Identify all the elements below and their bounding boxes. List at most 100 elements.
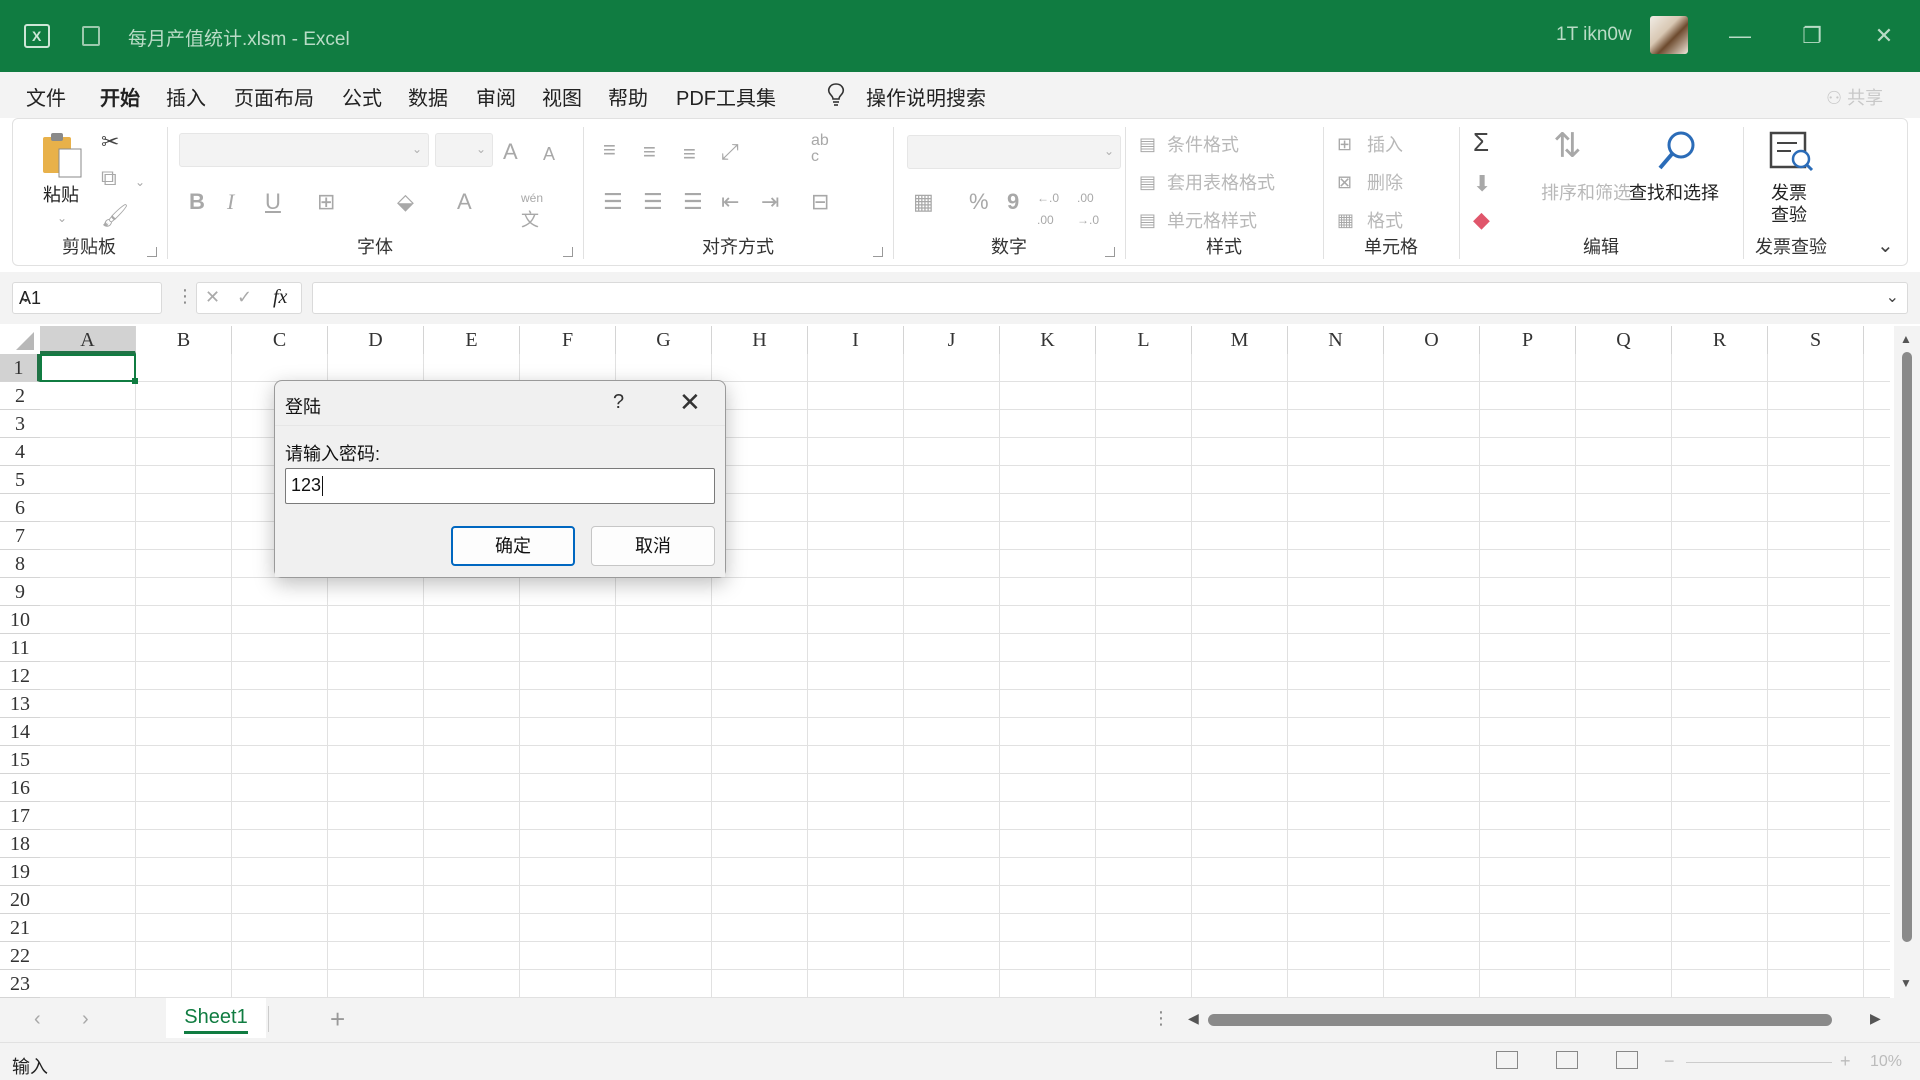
zoom-slider[interactable] bbox=[1686, 1062, 1832, 1063]
invoice-button-line2[interactable]: 查验 bbox=[1771, 201, 1807, 227]
page-layout-view-icon[interactable] bbox=[1556, 1051, 1578, 1069]
help-button[interactable]: ? bbox=[613, 391, 624, 414]
active-cell[interactable] bbox=[40, 354, 138, 384]
decrease-indent-icon[interactable]: ⇤ bbox=[721, 191, 739, 213]
save-icon[interactable] bbox=[82, 26, 100, 46]
tab-page-layout[interactable]: 页面布局 bbox=[234, 82, 314, 111]
tab-review[interactable]: 审阅 bbox=[476, 82, 516, 111]
cell-styles-button[interactable]: 单元格样式 bbox=[1167, 207, 1257, 233]
font-color-icon[interactable]: A bbox=[457, 191, 472, 213]
column-header[interactable]: M bbox=[1192, 326, 1288, 354]
zoom-out-icon[interactable]: − bbox=[1664, 1051, 1675, 1072]
clear-icon[interactable]: ◆ bbox=[1473, 209, 1490, 231]
decrease-decimal-icon[interactable]: .00 →.0 bbox=[1077, 187, 1107, 231]
row-header[interactable]: 6 bbox=[0, 494, 40, 522]
format-cells-button[interactable]: 格式 bbox=[1367, 207, 1403, 233]
row-header[interactable]: 23 bbox=[0, 970, 40, 998]
tab-view[interactable]: 视图 bbox=[542, 82, 582, 111]
dialog-close-button[interactable]: ✕ bbox=[679, 387, 701, 418]
ok-button[interactable]: 确定 bbox=[451, 526, 575, 566]
sheet-tab-sheet1[interactable]: Sheet1 bbox=[166, 998, 266, 1038]
select-all-corner[interactable] bbox=[0, 326, 40, 354]
cancel-entry-icon[interactable]: ✕ bbox=[205, 287, 220, 308]
tab-pdf-tools[interactable]: PDF工具集 bbox=[676, 82, 776, 111]
increase-indent-icon[interactable]: ⇥ bbox=[761, 191, 779, 213]
row-header[interactable]: 13 bbox=[0, 690, 40, 718]
column-header[interactable]: H bbox=[712, 326, 808, 354]
increase-decimal-icon[interactable]: ←.0 .00 bbox=[1037, 187, 1067, 231]
column-header[interactable]: C bbox=[232, 326, 328, 354]
row-header[interactable]: 12 bbox=[0, 662, 40, 690]
row-header[interactable]: 5 bbox=[0, 466, 40, 494]
row-header[interactable]: 7 bbox=[0, 522, 40, 550]
restore-button[interactable]: ❐ bbox=[1792, 18, 1832, 54]
scroll-down-icon[interactable]: ▼ bbox=[1900, 976, 1912, 990]
row-header[interactable]: 15 bbox=[0, 746, 40, 774]
name-box[interactable]: A1 ⌄ bbox=[12, 282, 162, 314]
column-header[interactable]: I bbox=[808, 326, 904, 354]
copy-icon[interactable]: ⧉ bbox=[101, 167, 117, 189]
column-header[interactable]: P bbox=[1480, 326, 1576, 354]
phonetic-guide-icon[interactable]: wén 文 bbox=[521, 187, 543, 233]
delete-cells-button[interactable]: 删除 bbox=[1367, 169, 1403, 195]
column-header[interactable]: N bbox=[1288, 326, 1384, 354]
scroll-up-icon[interactable]: ▲ bbox=[1900, 332, 1912, 346]
copy-dropdown-icon[interactable]: ⌄ bbox=[135, 171, 145, 193]
fill-color-icon[interactable]: ⬙ bbox=[397, 191, 414, 213]
vertical-scrollbar[interactable]: ▲ ▼ bbox=[1894, 326, 1920, 998]
align-right-icon[interactable]: ☰ bbox=[683, 191, 703, 213]
format-painter-icon[interactable]: 🖌 bbox=[101, 205, 129, 227]
share-button[interactable]: ⚇ 共享 bbox=[1826, 84, 1883, 110]
underline-icon[interactable]: U bbox=[265, 191, 281, 213]
row-header[interactable]: 10 bbox=[0, 606, 40, 634]
merge-center-icon[interactable]: ⊟ bbox=[811, 191, 829, 213]
shrink-font-icon[interactable]: A bbox=[543, 143, 555, 165]
column-header[interactable]: B bbox=[136, 326, 232, 354]
number-launcher[interactable] bbox=[1105, 247, 1115, 257]
align-top-icon[interactable]: ≡ bbox=[603, 139, 616, 161]
row-header[interactable]: 19 bbox=[0, 858, 40, 886]
paste-icon[interactable] bbox=[41, 131, 83, 179]
row-header[interactable]: 22 bbox=[0, 942, 40, 970]
row-header[interactable]: 21 bbox=[0, 914, 40, 942]
password-input[interactable]: 123 bbox=[285, 468, 715, 504]
row-header[interactable]: 2 bbox=[0, 382, 40, 410]
align-left-icon[interactable]: ☰ bbox=[603, 191, 623, 213]
zoom-in-icon[interactable]: + bbox=[1840, 1051, 1851, 1072]
column-header[interactable]: D bbox=[328, 326, 424, 354]
tab-data[interactable]: 数据 bbox=[408, 82, 448, 111]
percent-style-icon[interactable]: % bbox=[969, 191, 989, 213]
align-center-icon[interactable]: ☰ bbox=[643, 191, 663, 213]
tab-file[interactable]: 文件 bbox=[26, 82, 66, 111]
autosum-icon[interactable]: Σ bbox=[1473, 129, 1489, 155]
align-middle-icon[interactable]: ≡ bbox=[643, 141, 656, 163]
page-break-view-icon[interactable] bbox=[1616, 1051, 1638, 1069]
column-header[interactable]: O bbox=[1384, 326, 1480, 354]
clipboard-launcher[interactable] bbox=[147, 247, 157, 257]
tab-insert[interactable]: 插入 bbox=[166, 82, 206, 111]
column-header[interactable]: F bbox=[520, 326, 616, 354]
tab-help[interactable]: 帮助 bbox=[608, 82, 648, 111]
minimize-button[interactable]: — bbox=[1720, 18, 1760, 54]
grow-font-icon[interactable]: A bbox=[503, 141, 518, 163]
column-header[interactable]: K bbox=[1000, 326, 1096, 354]
orientation-icon[interactable]: ⤢ bbox=[721, 141, 739, 163]
font-name-combo[interactable]: ⌄ bbox=[179, 133, 429, 167]
row-header[interactable]: 3 bbox=[0, 410, 40, 438]
new-sheet-button[interactable]: + bbox=[330, 1004, 345, 1035]
format-as-table-button[interactable]: 套用表格格式 bbox=[1167, 169, 1275, 195]
row-header[interactable]: 20 bbox=[0, 886, 40, 914]
prev-sheet-icon[interactable]: ‹ bbox=[34, 1008, 41, 1031]
row-header[interactable]: 4 bbox=[0, 438, 40, 466]
paste-label[interactable]: 粘贴 bbox=[43, 181, 79, 207]
user-avatar[interactable] bbox=[1650, 16, 1688, 54]
comma-style-icon[interactable]: 9 bbox=[1007, 191, 1019, 213]
horizontal-scroll-thumb[interactable] bbox=[1208, 1014, 1832, 1026]
vertical-scroll-thumb[interactable] bbox=[1902, 352, 1912, 942]
column-header[interactable]: S bbox=[1768, 326, 1864, 354]
align-bottom-icon[interactable]: ≡ bbox=[683, 143, 696, 165]
expand-formula-icon[interactable]: ⌄ bbox=[1886, 287, 1899, 307]
column-header[interactable]: G bbox=[616, 326, 712, 354]
bold-icon[interactable]: B bbox=[189, 191, 205, 213]
zoom-level[interactable]: 10% bbox=[1870, 1053, 1902, 1071]
